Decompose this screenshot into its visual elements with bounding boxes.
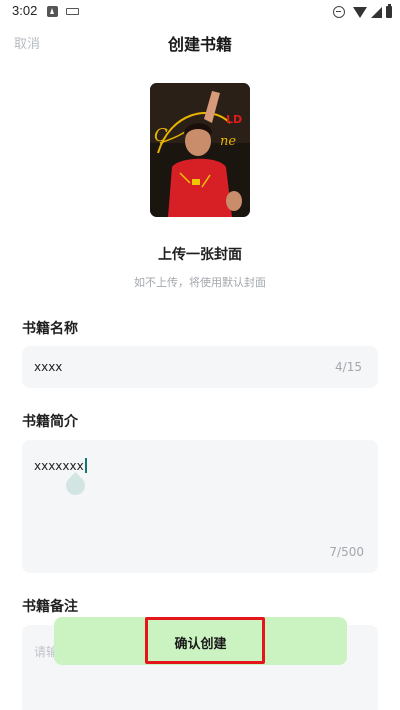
cellular-icon	[371, 6, 382, 18]
upload-cover-title[interactable]: 上传一张封面	[0, 244, 400, 264]
confirm-create-button[interactable]: 确认创建	[54, 617, 347, 665]
confirm-create-label: 确认创建	[174, 637, 227, 652]
do-not-disturb-icon	[333, 6, 345, 18]
keyboard-icon	[66, 8, 79, 15]
svg-text:LD: LD	[226, 113, 242, 126]
cover-upload[interactable]: LD C ne	[150, 83, 250, 217]
svg-text:C: C	[154, 125, 168, 146]
book-name-label: 书籍名称	[22, 321, 78, 337]
text-cursor	[84, 458, 87, 473]
svg-text:ne: ne	[220, 134, 236, 149]
upload-cover-hint: 如不上传，将使用默认封面	[134, 276, 266, 289]
cover-image: LD C ne	[150, 83, 250, 217]
book-intro-value: xxxxxxx	[34, 459, 84, 473]
wifi-icon	[353, 6, 367, 18]
cursor-handle[interactable]	[62, 472, 89, 499]
book-name-counter: 4/15	[335, 360, 362, 374]
book-note-label: 书籍备注	[22, 599, 78, 615]
book-intro-value-wrap: xxxxxxx	[34, 458, 87, 473]
book-intro-label: 书籍简介	[22, 414, 78, 430]
book-intro-counter: 7/500	[329, 545, 364, 559]
book-name-field[interactable]: xxxx 4/15	[22, 346, 378, 388]
status-time: 3:02	[12, 3, 38, 18]
battery-icon	[386, 4, 392, 18]
page-title: 创建书籍	[167, 35, 232, 54]
status-icons	[333, 4, 392, 20]
app-a-icon	[47, 6, 58, 17]
book-intro-field[interactable]: xxxxxxx 7/500	[22, 440, 378, 573]
status-bar: 3:02	[0, 0, 400, 24]
book-name-value: xxxx	[34, 360, 63, 374]
